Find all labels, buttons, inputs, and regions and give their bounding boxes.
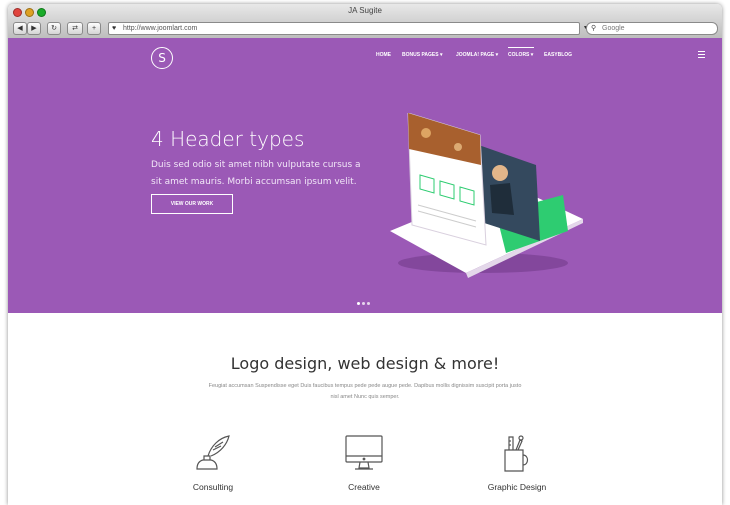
section-title: Logo design, web design & more!: [230, 354, 500, 373]
nav-item-joomla-page[interactable]: JOOMLA! PAGE ▾: [456, 52, 498, 58]
nav-item-home[interactable]: HOME: [376, 52, 391, 58]
window-title: JA Sugite: [348, 6, 382, 15]
view-our-work-button[interactable]: VIEW OUR WORK: [151, 194, 233, 214]
feature-label-graphic-design: Graphic Design: [487, 482, 547, 492]
tools-cup-icon: [504, 435, 529, 472]
hero-description: Duis sed odio sit amet nibh vulputate cu…: [151, 160, 361, 187]
address-bar[interactable]: ♥ http://www.joomlart.com ▾: [108, 22, 587, 35]
add-bookmark-button[interactable]: +: [87, 22, 101, 35]
active-nav-indicator: [508, 47, 534, 48]
search-icon: ⚲: [591, 25, 597, 32]
reload-button[interactable]: ↻: [47, 22, 61, 35]
nav-item-colors[interactable]: COLORS ▾: [508, 52, 533, 58]
feature-graphic-design: Graphic Design: [467, 434, 567, 492]
section-description: Feugiat accumsan Suspendisse eget Duis f…: [208, 383, 522, 400]
forward-button[interactable]: ▶: [27, 22, 41, 35]
hero-banner: S HOME BONUS PAGES ▾ JOOMLA! PAGE ▾ COLO…: [8, 38, 722, 313]
monitor-icon: [345, 435, 383, 470]
hero-title: 4 Header types: [151, 127, 305, 151]
search-placeholder: Google: [602, 25, 625, 32]
hero-illustration: [390, 113, 583, 278]
feature-creative: Creative: [314, 434, 414, 492]
browser-search-field[interactable]: ⚲ Google: [586, 22, 718, 35]
quill-inkwell-icon: [196, 435, 230, 470]
feature-consulting: Consulting: [163, 434, 263, 492]
site-logo[interactable]: S: [151, 47, 173, 69]
menu-icon[interactable]: [698, 51, 705, 60]
nav-item-bonus-pages[interactable]: BONUS PAGES ▾: [402, 52, 442, 58]
slide-dot-1[interactable]: [357, 302, 360, 305]
nav-item-easyblog[interactable]: EASYBLOG: [544, 52, 572, 58]
slide-dot-2[interactable]: [362, 302, 365, 305]
minimize-window-button[interactable]: [25, 8, 34, 17]
browser-window: JA Sugite ◀ ▶ ↻ ⇄ + ♥ http://www.joomlar…: [8, 4, 722, 505]
snapback-button[interactable]: ⇄: [67, 22, 83, 35]
feature-label-consulting: Consulting: [192, 482, 234, 492]
close-window-button[interactable]: [13, 8, 22, 17]
zoom-window-button[interactable]: [37, 8, 46, 17]
browser-toolbar: JA Sugite ◀ ▶ ↻ ⇄ + ♥ http://www.joomlar…: [8, 4, 722, 39]
site-favicon-icon: ♥: [112, 25, 117, 32]
back-button[interactable]: ◀: [13, 22, 27, 35]
slider-pagination: [357, 292, 372, 310]
address-url: http://www.joomlart.com: [123, 25, 198, 32]
feature-label-creative: Creative: [348, 482, 380, 492]
slide-dot-3[interactable]: [367, 302, 370, 305]
